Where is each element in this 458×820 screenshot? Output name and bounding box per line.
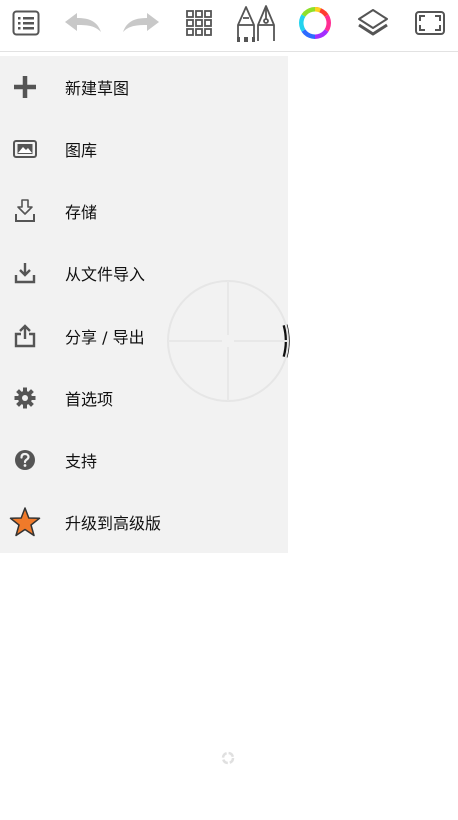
menu-item-label: 图库 xyxy=(65,141,98,160)
menu-list-icon xyxy=(12,10,40,36)
brush-library-icon xyxy=(237,5,275,42)
loading-spinner-icon xyxy=(221,751,235,765)
menu-item-support[interactable]: 支持 xyxy=(0,429,288,491)
undo-button[interactable] xyxy=(58,0,108,46)
menu-item-upgrade-pro[interactable]: 升级到高级版 xyxy=(0,491,288,553)
grid-button[interactable] xyxy=(174,0,224,46)
menu-item-gallery[interactable]: 图库 xyxy=(0,118,288,180)
color-picker-button[interactable] xyxy=(290,0,340,46)
menu-item-label: 升级到高级版 xyxy=(65,514,162,533)
color-wheel-icon xyxy=(299,7,331,39)
top-toolbar xyxy=(0,0,458,52)
fullscreen-button[interactable] xyxy=(405,0,455,46)
menu-item-label: 新建草图 xyxy=(65,79,130,98)
brush-cursor xyxy=(167,280,290,402)
menu-item-save[interactable]: 存储 xyxy=(0,180,288,242)
sketch-app: 新建草图 图库 存储 从文件导入 分享 / 导出 首选项 支持 升级到高级版 xyxy=(0,0,458,820)
save-icon xyxy=(8,194,42,228)
redo-button[interactable] xyxy=(116,0,166,46)
menu-item-label: 从文件导入 xyxy=(65,265,146,284)
share-export-icon xyxy=(8,319,42,353)
layers-icon xyxy=(358,9,388,36)
undo-icon xyxy=(65,13,101,32)
gallery-icon xyxy=(8,132,42,166)
menu-item-new-sketch[interactable]: 新建草图 xyxy=(0,56,288,118)
help-icon xyxy=(8,443,42,477)
layers-button[interactable] xyxy=(348,0,398,46)
redo-icon xyxy=(123,13,159,32)
menu-item-label: 支持 xyxy=(65,452,98,471)
star-icon xyxy=(8,505,42,539)
fullscreen-icon xyxy=(415,11,445,35)
plus-icon xyxy=(8,70,42,104)
import-icon xyxy=(8,256,42,290)
grid-icon xyxy=(186,10,212,36)
menu-item-label: 存储 xyxy=(65,203,98,222)
menu-item-label: 分享 / 导出 xyxy=(65,328,145,347)
brush-library-button[interactable] xyxy=(231,0,281,46)
menu-button[interactable] xyxy=(1,0,51,46)
menu-item-label: 首选项 xyxy=(65,390,114,409)
gear-icon xyxy=(8,381,42,415)
